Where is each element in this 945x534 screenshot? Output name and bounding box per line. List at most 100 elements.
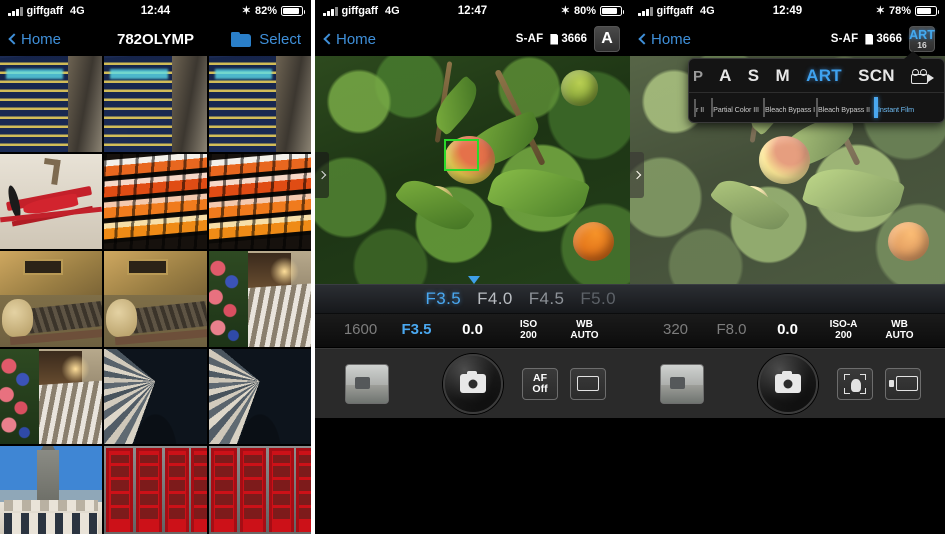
grid-item[interactable] xyxy=(208,446,311,534)
setting-white-balance[interactable]: WB AUTO xyxy=(872,319,928,341)
filter-thumbnail xyxy=(816,98,818,117)
setting-iso[interactable]: ISO 200 xyxy=(501,319,557,341)
thumbnail-church-flowers-2 xyxy=(0,348,103,445)
touch-af-button[interactable] xyxy=(837,367,873,400)
aperture-slider[interactable]: F3.5 F4.0 F4.5 F5.0 xyxy=(315,276,630,314)
aspect-ratio-button[interactable] xyxy=(885,367,921,400)
panel-camera-art-menu: giffgaff 4G 12:49 ✶ 78% Home S-AF 3666 A… xyxy=(630,0,945,534)
thumbnail-cathedral-vault-2 xyxy=(208,348,311,445)
mode-option-scn[interactable]: SCN xyxy=(858,66,895,86)
chevron-left-icon xyxy=(323,33,335,45)
apple xyxy=(759,135,810,184)
status-bar: giffgaff 4G 12:47 ✶ 80% xyxy=(315,0,630,22)
setting-aperture[interactable]: F8.0 xyxy=(704,322,760,339)
folder-icon[interactable] xyxy=(231,31,252,47)
last-photo-thumbnail[interactable] xyxy=(345,363,389,404)
mode-option-s[interactable]: S xyxy=(748,66,760,86)
autofocus-box xyxy=(444,139,479,172)
iso-label: ISO-A xyxy=(829,319,858,330)
status-left: giffgaff 4G xyxy=(8,5,85,17)
grid-item[interactable] xyxy=(208,56,311,152)
aperture-option-f45[interactable]: F4.5 xyxy=(529,289,565,309)
grid-item[interactable] xyxy=(208,348,311,445)
back-button[interactable]: Home xyxy=(8,30,62,48)
shutter-speed-value: 1600 xyxy=(343,321,378,339)
filter-label: Instant Film xyxy=(878,105,914,114)
aperture-option-f40[interactable]: F4.0 xyxy=(477,289,513,309)
aperture-option-f50[interactable]: F5.0 xyxy=(580,289,616,309)
setting-aperture[interactable]: F3.5 xyxy=(389,322,445,339)
setting-shutter-speed[interactable]: 1600 xyxy=(333,322,389,339)
art-mode-popup: P A S M ART SCN r II Partial Color III B… xyxy=(688,51,945,123)
back-label: Home xyxy=(21,30,62,48)
thumbnail-cathedral-vault-1 xyxy=(104,348,207,445)
setting-exposure-compensation[interactable]: 0.0 xyxy=(760,322,816,339)
bluetooth-icon: ✶ xyxy=(560,4,570,17)
setting-white-balance[interactable]: WB AUTO xyxy=(557,319,613,341)
grid-item[interactable] xyxy=(0,446,103,534)
grid-item[interactable] xyxy=(0,153,103,250)
setting-iso[interactable]: ISO-A 200 xyxy=(816,319,872,341)
grid-item[interactable] xyxy=(104,153,207,250)
grid-item[interactable] xyxy=(104,348,207,445)
aperture-value: F3.5 xyxy=(401,321,432,339)
grid-item[interactable] xyxy=(208,251,311,347)
shooting-mode-badge[interactable]: ART 16 xyxy=(909,26,935,52)
touch-af-icon xyxy=(844,373,866,394)
filter-thumbnail xyxy=(711,98,714,117)
grid-item[interactable] xyxy=(208,153,311,250)
chevron-left-icon xyxy=(8,33,20,45)
af-mode-label[interactable]: S-AF xyxy=(516,33,544,45)
af-mode-label[interactable]: S-AF xyxy=(831,33,859,45)
grid-item[interactable] xyxy=(0,251,103,347)
art-filter-partial-color-3[interactable]: Partial Color III xyxy=(710,98,760,117)
art-filter-instant-film[interactable]: Instant Film xyxy=(869,97,919,118)
memory-card-icon xyxy=(865,33,874,45)
thumbnail-stone-effigy-1 xyxy=(0,251,103,347)
chevron-right-icon xyxy=(632,170,642,179)
aperture-value: F8.0 xyxy=(716,321,747,339)
carrier-name: giffgaff xyxy=(341,5,379,17)
shutter-button[interactable] xyxy=(757,353,818,414)
aperture-option-f35[interactable]: F3.5 xyxy=(426,289,462,309)
setting-shutter-speed[interactable]: 320 xyxy=(648,322,704,339)
back-button[interactable]: Home xyxy=(638,30,692,48)
art-filter-bleach-bypass-1[interactable]: Bleach Bypass I xyxy=(763,98,816,117)
filter-label: Bleach Bypass I xyxy=(765,105,816,114)
grid-item[interactable] xyxy=(104,56,207,152)
mode-option-p[interactable]: P xyxy=(693,68,703,85)
shooting-mode-row: P A S M ART SCN xyxy=(689,59,944,93)
panel-gallery: giffgaff 4G 12:44 ✶ 82% Home 782OLYMP Se… xyxy=(0,0,311,534)
grid-item[interactable] xyxy=(0,348,103,445)
mode-badge-label: A xyxy=(601,30,613,47)
mode-option-a[interactable]: A xyxy=(719,66,732,86)
grid-item[interactable] xyxy=(104,446,207,534)
back-button[interactable]: Home xyxy=(323,31,376,48)
status-left: giffgaff 4G xyxy=(323,5,400,17)
grid-item[interactable] xyxy=(104,251,207,347)
last-photo-thumbnail[interactable] xyxy=(660,363,704,404)
select-button[interactable]: Select xyxy=(259,31,301,48)
status-right: ✶ 80% xyxy=(560,4,624,17)
art-filter-partial[interactable]: r II xyxy=(691,99,707,117)
live-viewfinder[interactable] xyxy=(315,56,630,284)
af-off-button[interactable]: AF Off xyxy=(522,367,558,400)
shots-remaining: 3666 xyxy=(550,33,587,45)
panel-expand-arrow[interactable] xyxy=(315,151,329,198)
mode-option-m[interactable]: M xyxy=(776,66,790,86)
panel-camera-aperture: giffgaff 4G 12:47 ✶ 80% Home S-AF 3666 A… xyxy=(315,0,630,534)
panel-expand-arrow[interactable] xyxy=(630,151,644,198)
bluetooth-icon: ✶ xyxy=(875,4,885,17)
status-left: giffgaff 4G xyxy=(638,5,715,17)
camera-bottom-bar xyxy=(630,348,945,418)
aspect-ratio-button[interactable] xyxy=(570,367,606,400)
shooting-mode-badge[interactable]: A xyxy=(594,26,620,52)
mode-option-art[interactable]: ART xyxy=(806,66,842,86)
chevron-right-icon xyxy=(317,170,327,179)
back-label: Home xyxy=(651,30,692,48)
shutter-button[interactable] xyxy=(442,353,503,414)
art-filter-bleach-bypass-2[interactable]: Bleach Bypass II xyxy=(816,98,870,117)
video-camera-icon[interactable] xyxy=(910,68,935,84)
grid-item[interactable] xyxy=(0,56,103,152)
setting-exposure-compensation[interactable]: 0.0 xyxy=(445,322,501,339)
